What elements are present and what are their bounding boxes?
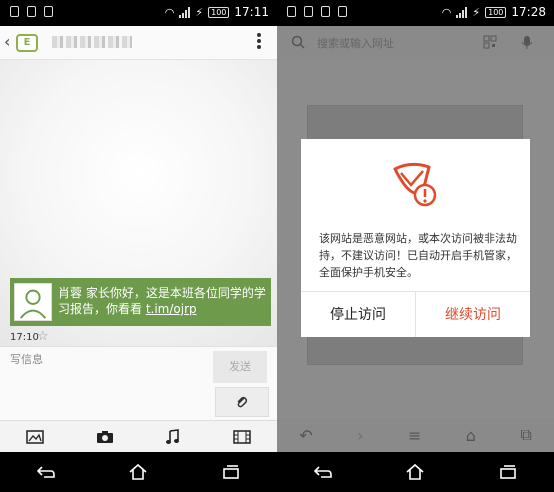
search-icon [291,35,305,49]
recents-icon[interactable] [498,464,518,480]
message-time: 17:10 [10,332,39,343]
camera-icon[interactable] [96,430,114,444]
wifi-icon: ◠ [441,5,452,19]
signal-icon [456,6,468,18]
clock: 17:28 [511,5,546,19]
browser-forward-icon[interactable]: › [357,426,363,445]
incoming-message[interactable]: 肖蓉 家长你好，这是本班各位同学的学习报告，你看看 t.im/ojrp [10,278,271,326]
contact-name-pixelated [52,36,132,48]
browser-home-icon[interactable]: ⌂ [466,426,476,445]
home-icon[interactable] [128,463,148,481]
continue-visit-button[interactable]: 继续访问 [416,292,530,337]
browser-toolbar: ↶ › ≡ ⌂ ⧉ [277,418,554,452]
battery-level: 100 [208,6,230,18]
music-icon[interactable] [165,428,181,445]
system-nav-bar [277,452,554,492]
star-icon[interactable]: ☆ [37,329,49,344]
dialog-button-row: 停止访问 继续访问 [301,291,530,337]
notification-icons [10,6,53,17]
message-thread: 肖蓉 家长你好，这是本班各位同学的学习报告，你看看 t.im/ojrp 17:1… [0,60,277,346]
shield-warning-icon [393,162,437,207]
browser-back-icon[interactable]: ↶ [299,426,312,445]
dialog-message: 该网站是恶意网站，或本次访问被非法劫持，不建议访问！已自动开启手机管家，全面保护… [319,232,517,279]
back-icon[interactable] [36,465,56,479]
message-body: 肖蓉 家长你好，这是本班各位同学的学习报告，你看看 t.im/ojrp [58,285,266,317]
status-bar: ◠ ⚡ 100 17:11 [0,0,277,26]
home-icon[interactable] [405,463,425,481]
battery-level: 100 [485,6,507,18]
stop-visit-button[interactable]: 停止访问 [301,292,416,337]
message-link[interactable]: t.im/ojrp [146,302,197,316]
conversation-toolbar: ‹ E [0,26,277,60]
media-attachment-bar [0,420,277,452]
video-icon[interactable] [233,429,251,444]
signal-icon [179,6,191,18]
attach-button[interactable] [215,387,269,417]
sender-avatar-icon [14,283,52,321]
recents-icon[interactable] [221,464,241,480]
more-vert-icon[interactable] [257,33,261,51]
send-button[interactable]: 发送 [213,351,267,383]
charging-icon: ⚡ [472,5,481,19]
paperclip-icon [237,396,248,408]
left-phone-screen: ◠ ⚡ 100 17:11 ‹ E 肖蓉 家长你好，这是本班各位同学的学习报告，… [0,0,277,492]
compose-area: 写信息 发送 [0,346,277,420]
back-icon[interactable] [313,465,333,479]
status-bar: ◠ ⚡ 100 17:28 [277,0,554,26]
wifi-icon: ◠ [164,5,175,19]
search-input[interactable]: 搜索或输入网址 [317,35,394,51]
gallery-icon[interactable] [26,429,44,444]
contact-avatar[interactable]: E [16,34,38,52]
message-input[interactable]: 写信息 [10,351,43,367]
qr-code-icon[interactable] [483,35,497,49]
system-nav-bar [0,452,277,492]
malicious-site-warning-dialog: 该网站是恶意网站，或本次访问被非法劫持，不建议访问！已自动开启手机管家，全面保护… [301,139,530,337]
microphone-icon[interactable] [521,35,533,50]
browser-search-bar[interactable]: 搜索或输入网址 [277,26,554,60]
browser-menu-icon[interactable]: ≡ [408,426,421,445]
right-phone-screen: ◠ ⚡ 100 17:28 搜索或输入网址 ↶ › ≡ ⌂ ⧉ 该网站是恶意网站… [277,0,554,492]
charging-icon: ⚡ [195,5,204,19]
notification-icons [287,6,347,17]
browser-tabs-icon[interactable]: ⧉ [520,425,531,445]
back-arrow-icon[interactable]: ‹ [4,32,10,51]
clock: 17:11 [234,5,269,19]
